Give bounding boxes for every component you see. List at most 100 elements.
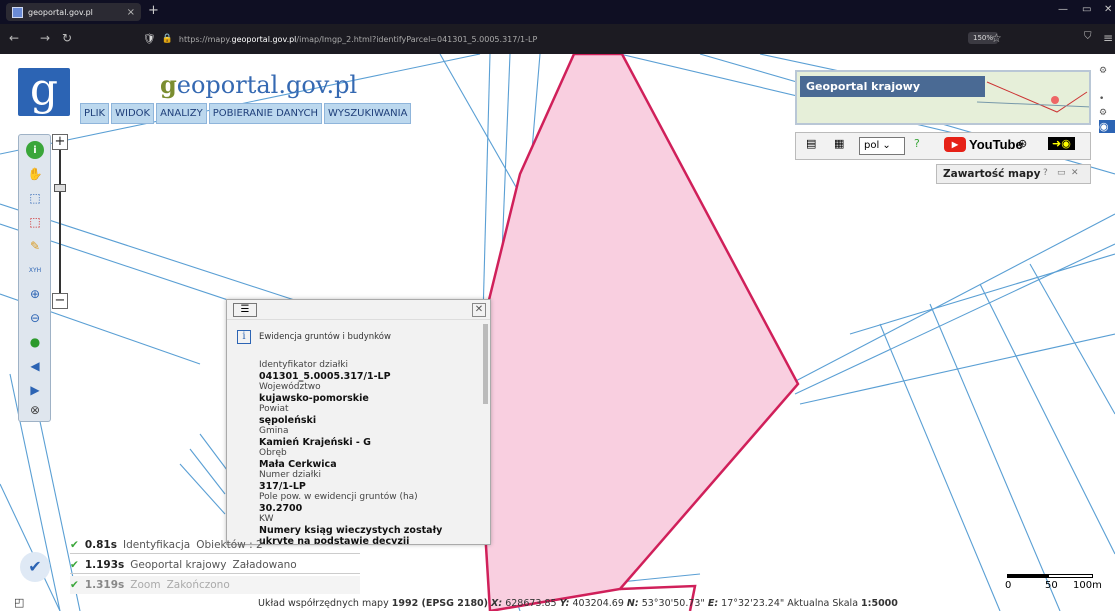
tools-icon[interactable]: ⚙ [1099, 66, 1115, 76]
overview-label: Geoportal krajowy [800, 76, 985, 97]
right-edge-buttons: ⚙ • ⚙ ◉ [1099, 66, 1115, 133]
pencil-icon[interactable]: ✎ [26, 237, 44, 255]
tab-close-icon[interactable]: × [127, 7, 135, 18]
field-label: Identyfikator działki [259, 360, 349, 370]
y-label: Y: [559, 598, 570, 609]
popup-info-icon: i [237, 330, 251, 344]
forward-icon[interactable]: → [40, 31, 50, 45]
overview-tools: ▤ ▦ pol ⌄ ? ▶ YouTube ⊛ ➜◉ [795, 132, 1091, 160]
geoportal-logo[interactable]: g [18, 68, 70, 116]
map-contents-help-icon[interactable]: ? [1043, 168, 1048, 178]
accessibility-icon[interactable]: ⊛ [1018, 137, 1027, 150]
settings-icon[interactable]: ⚙ [1099, 108, 1115, 118]
browser-tab[interactable]: geoportal.gov.pl × [6, 3, 141, 21]
status-service: Zoom [130, 579, 161, 591]
language-value: pol [864, 140, 880, 151]
globe-icon[interactable]: ● [26, 333, 44, 351]
zoom-minus-button[interactable]: − [52, 293, 68, 309]
new-tab-button[interactable]: + [148, 3, 159, 18]
language-select[interactable]: pol ⌄ [859, 137, 905, 155]
popup-body: Identyfikator działki 041301_5.0005.317/… [259, 360, 479, 544]
url-host: geoportal.gov.pl [231, 34, 297, 44]
status-row: ✔ 0.81s Identyfikacja Obiektów : 2 [70, 536, 360, 554]
field-value: 041301_5.0005.317/1-LP [259, 371, 391, 382]
zoom-out-box-icon[interactable]: ⬚ [26, 213, 44, 231]
overview-map[interactable]: Geoportal krajowy [795, 70, 1091, 125]
popup-header-title: Ewidencja gruntów i budynków [259, 332, 391, 342]
menu-icon[interactable]: ≡ [1103, 31, 1113, 45]
field-label: Obręb [259, 448, 287, 458]
pan-hand-icon[interactable]: ✋ [26, 165, 44, 183]
menu-plik[interactable]: PLIK [80, 103, 110, 124]
menu-pobieranie-danych[interactable]: POBIERANIE DANYCH [208, 103, 322, 124]
shield-icon: 🛡 [143, 33, 156, 45]
browser-tab-bar: geoportal.gov.pl × + — ▭ ✕ [0, 0, 1115, 24]
check-icon: ✔ [70, 558, 79, 571]
arrow-right-icon[interactable]: ▶ [26, 381, 44, 399]
map-canvas[interactable]: g geoportal.gov.pl PLIK WIDOK ANALIZY PO… [0, 54, 1115, 611]
popup-header: i Ewidencja gruntów i budynków [237, 330, 391, 344]
contrast-eye-icon[interactable]: ➜◉ [1048, 137, 1075, 150]
youtube-label: YouTube [969, 137, 1023, 152]
identify-popup: ☰ ✕ i Ewidencja gruntów i budynków Ident… [226, 299, 491, 545]
status-detail: Obiektów : 2 [196, 538, 263, 551]
zoom-plus-button[interactable]: + [52, 134, 68, 150]
dot-icon[interactable]: • [1099, 94, 1115, 104]
zoom-box-icon[interactable]: ⬚ [26, 189, 44, 207]
zoom-slider[interactable]: + − [52, 134, 68, 309]
popup-scrollbar[interactable] [483, 324, 488, 404]
field-label: Pole pow. w ewidencji gruntów (ha) [259, 492, 418, 502]
clear-icon[interactable]: ⊗ [26, 401, 44, 419]
popup-toolbar: ☰ ✕ [227, 300, 490, 320]
browser-nav-bar: ← → ↻ 🛡 🔒 https://mapy.geoportal.gov.pl/… [0, 24, 1115, 54]
n-label: N: [626, 598, 639, 609]
scale-bar-segment [1049, 575, 1092, 577]
map-contents-close-icon[interactable]: ✕ [1071, 168, 1079, 178]
help-icon[interactable]: ? [914, 137, 920, 150]
zoom-handle[interactable] [54, 184, 66, 192]
map-contents-panel[interactable]: Zawartość mapy ? ▭ ✕ [936, 164, 1091, 184]
eye-icon[interactable]: ◉ [1099, 120, 1115, 133]
status-check-icon[interactable]: ✔ [20, 552, 50, 582]
url-prefix: https://mapy. [178, 34, 232, 44]
main-menu: PLIK WIDOK ANALIZY POBIERANIE DANYCH WYS… [80, 103, 412, 124]
youtube-link[interactable]: ▶ YouTube [944, 137, 1023, 152]
menu-widok[interactable]: WIDOK [111, 103, 155, 124]
address-bar[interactable]: 🛡 🔒 https://mapy.geoportal.gov.pl/imap/I… [143, 28, 1013, 50]
bookmark-star-icon[interactable]: ☆ [991, 31, 1002, 45]
minimize-icon[interactable]: — [1058, 4, 1068, 15]
xyz-icon[interactable]: XYH [26, 261, 44, 279]
popup-list-icon[interactable]: ☰ [233, 303, 257, 317]
y-value: 403204.69 [572, 598, 624, 609]
arrow-left-icon[interactable]: ◀ [26, 357, 44, 375]
scale-tick-50: 50 [1045, 580, 1058, 591]
printer-icon[interactable]: ▦ [834, 137, 844, 150]
pocket-icon[interactable]: ⛉ [1084, 31, 1092, 42]
e-value: 17°32'23.24" [721, 598, 785, 609]
zoom-in-icon[interactable]: ⊕ [26, 285, 44, 303]
map-contents-title: Zawartość mapy [943, 168, 1041, 180]
site-name: geoportal.gov.pl [160, 70, 357, 99]
fullscreen-icon[interactable]: ◰ [14, 596, 24, 609]
scale-tick-0: 0 [1005, 580, 1012, 591]
legend-icon[interactable]: ▤ [806, 137, 816, 150]
status-time: 1.193s [84, 558, 125, 571]
menu-wyszukiwania[interactable]: WYSZUKIWANIA [323, 103, 412, 124]
close-window-icon[interactable]: ✕ [1104, 4, 1112, 15]
status-service: Identyfikacja [122, 538, 191, 551]
field-value: Mała Cerkwica [259, 459, 337, 470]
reload-icon[interactable]: ↻ [62, 31, 72, 45]
map-contents-restore-icon[interactable]: ▭ [1057, 168, 1066, 178]
maximize-icon[interactable]: ▭ [1082, 4, 1091, 15]
tab-title: geoportal.gov.pl [28, 7, 93, 17]
x-label: X: [491, 598, 503, 609]
menu-analizy[interactable]: ANALIZY [156, 103, 207, 124]
scale-bar: 0 50 100m [1005, 566, 1102, 594]
back-icon[interactable]: ← [9, 31, 19, 45]
status-row: ✔ 1.193s Geoportal krajowy Załadowano [70, 556, 360, 574]
scale-value: 1:5000 [861, 598, 898, 609]
zoom-out-icon[interactable]: ⊖ [26, 309, 44, 327]
info-icon[interactable]: i [26, 141, 44, 159]
popup-close-icon[interactable]: ✕ [472, 303, 486, 317]
url-path: /imap/Imgp_2.html?identifyParcel=041301_… [296, 34, 538, 44]
